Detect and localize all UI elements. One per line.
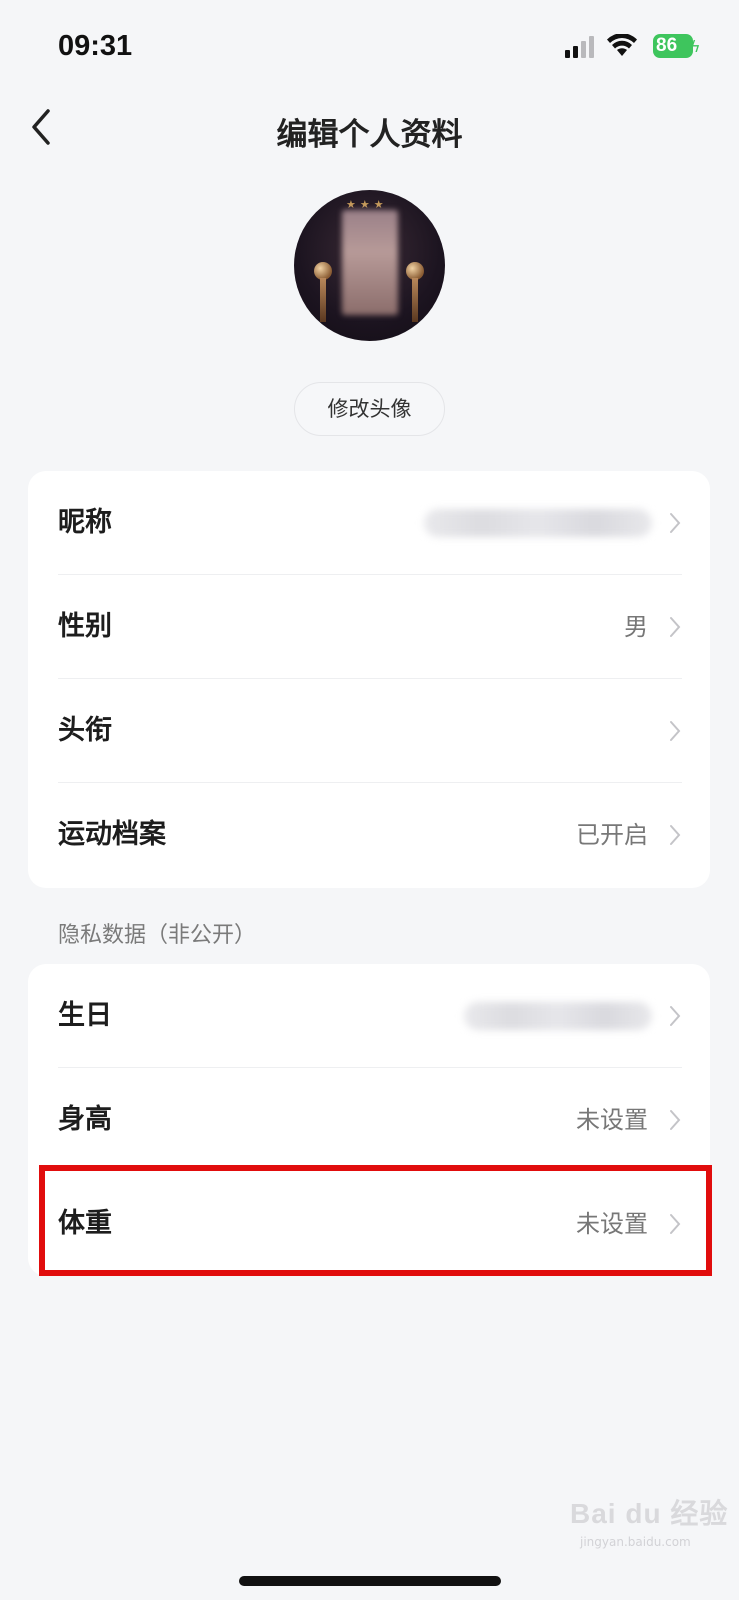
row-value: 男 [624,613,648,641]
avatar-post-left [320,278,326,322]
avatar-image-blurred [342,210,398,315]
chevron-right-icon [670,1110,681,1130]
nickname-value-blurred [424,509,652,537]
row-value: 已开启 [576,821,648,849]
row-gender[interactable]: 性别 男 [28,575,710,679]
profile-card: 昵称 性别 男 头衔 运动档案 已开启 [28,471,710,888]
row-value: 未设置 [576,1106,648,1134]
row-label: 生日 [58,1000,112,1031]
watermark-url: jingyan.baidu.com [580,1535,691,1549]
battery-level: 86 [656,35,678,56]
row-label: 性别 [58,611,112,642]
status-bar: 09:31 86 ϟ [0,0,739,90]
avatar-post-right [412,278,418,322]
navigation-bar: 编辑个人资料 [0,95,739,165]
page-title: 编辑个人资料 [276,117,463,153]
home-indicator[interactable] [239,1576,501,1586]
row-label: 昵称 [58,507,112,538]
status-time: 09:31 [58,30,133,62]
chevron-right-icon [670,721,681,741]
cellular-signal-icon [565,36,594,58]
row-label: 身高 [58,1104,112,1135]
private-section-header: 隐私数据（非公开） [58,923,257,948]
charging-bolt-icon: ϟ [690,37,701,56]
highlight-box-weight [39,1165,712,1276]
change-avatar-button[interactable]: 修改头像 [294,382,445,436]
watermark-logo: Bai du 经验 [570,1498,729,1529]
row-label: 头衔 [58,715,112,746]
row-label: 运动档案 [58,819,166,850]
chevron-right-icon [670,1006,681,1026]
row-title[interactable]: 头衔 [28,679,710,783]
avatar[interactable]: ★★★ [294,190,445,341]
chevron-right-icon [670,825,681,845]
chevron-right-icon [670,513,681,533]
row-nickname[interactable]: 昵称 [28,471,710,575]
chevron-right-icon [670,617,681,637]
row-height[interactable]: 身高 未设置 [28,1068,710,1172]
row-birthday[interactable]: 生日 [28,964,710,1068]
battery-icon: 86 [653,34,693,58]
wifi-icon [607,34,637,56]
birthday-value-blurred [464,1002,652,1030]
row-sports-profile[interactable]: 运动档案 已开启 [28,783,710,887]
